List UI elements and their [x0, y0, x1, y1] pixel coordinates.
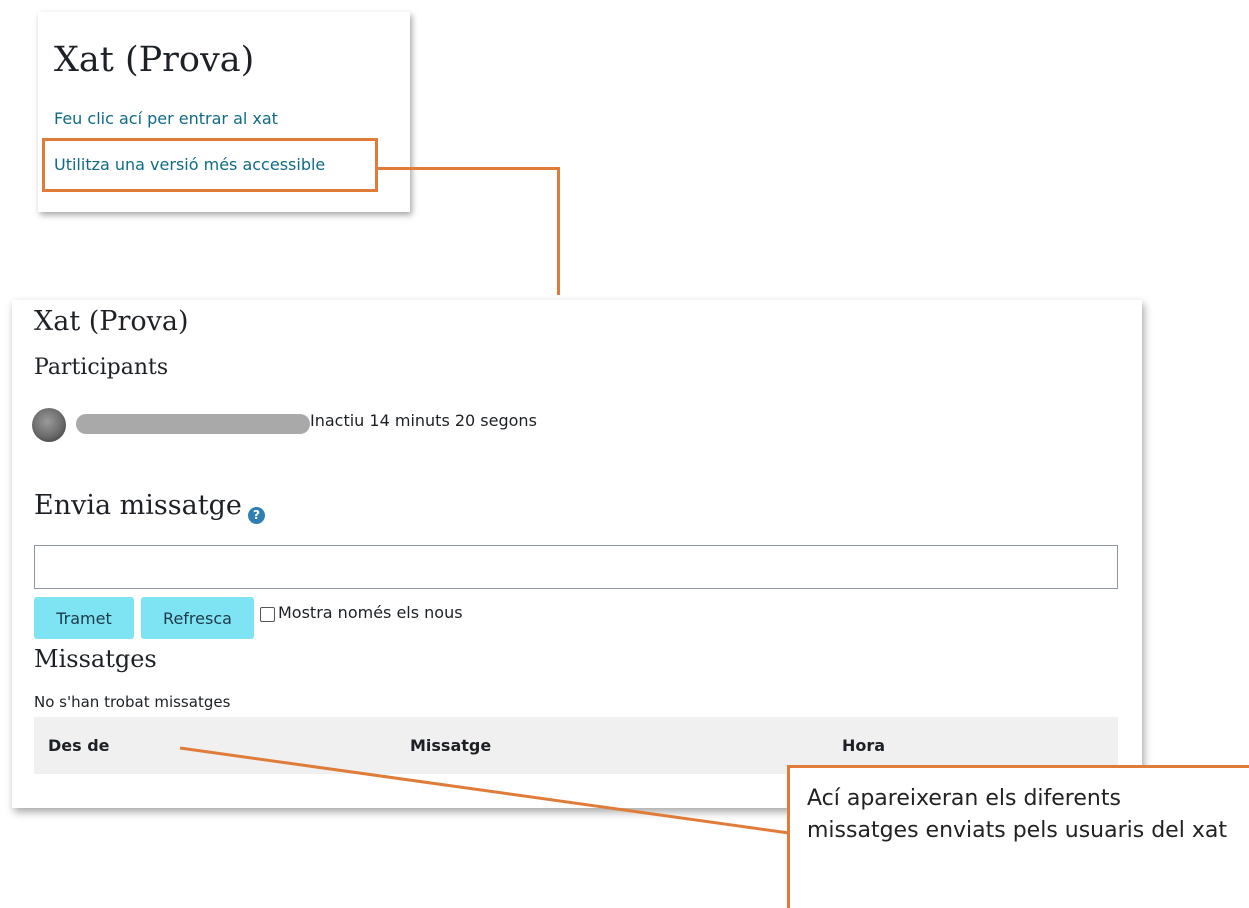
avatar — [32, 408, 66, 442]
accessible-chat-panel: Xat (Prova) Participants Inactiu 14 minu… — [12, 300, 1142, 808]
connector-line — [378, 167, 560, 170]
page-title: Xat (Prova) — [34, 306, 189, 337]
send-message-heading: Envia missatge — [34, 490, 242, 521]
no-messages-text: No s'han trobat missatges — [34, 693, 231, 711]
messages-heading: Missatges — [34, 645, 157, 673]
callout-box: Ací apareixeran els diferents missatges … — [787, 765, 1249, 908]
callout-border-left — [787, 765, 790, 908]
refresh-button[interactable]: Refresca — [141, 597, 254, 639]
help-icon[interactable]: ? — [248, 507, 265, 524]
only-new-checkbox[interactable] — [260, 607, 275, 622]
column-header-message: Missatge — [410, 736, 492, 755]
column-header-time: Hora — [842, 736, 886, 755]
callout-border-top — [787, 765, 1249, 768]
participant-status: Inactiu 14 minuts 20 segons — [310, 411, 537, 430]
blurred-username — [76, 414, 310, 434]
callout-text: Ací apareixeran els diferents missatges … — [807, 786, 1227, 843]
enter-chat-link[interactable]: Feu clic ací per entrar al xat — [54, 109, 278, 128]
send-button[interactable]: Tramet — [34, 597, 134, 639]
highlight-box — [42, 138, 378, 192]
message-input[interactable] — [34, 545, 1118, 589]
chat-title: Xat (Prova) — [54, 40, 255, 80]
participants-heading: Participants — [34, 355, 169, 380]
only-new-label: Mostra només els nous — [278, 603, 463, 622]
connector-line — [557, 167, 560, 295]
column-header-from: Des de — [48, 736, 110, 755]
